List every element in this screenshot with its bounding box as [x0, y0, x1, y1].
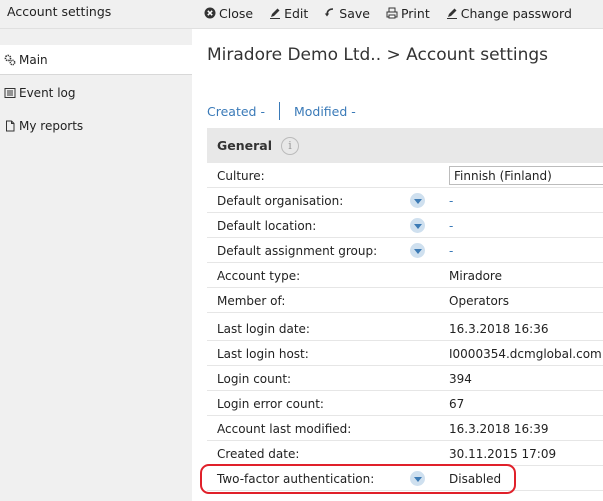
sidebar-item-event-log[interactable]: Event log: [0, 78, 192, 108]
general-section: General i Culture: Finnish (Finland) Def…: [207, 128, 603, 501]
chevron-down-icon[interactable]: [410, 193, 425, 208]
table-row: Default assignment group: -: [207, 238, 603, 263]
sidebar-item-label: Main: [19, 52, 48, 67]
field-value: Disabled: [449, 472, 502, 486]
table-row: Login error count: 67: [207, 391, 603, 416]
field-label: Login error count:: [217, 397, 324, 411]
table-row: Default organisation: -: [207, 188, 603, 213]
edit-button[interactable]: Edit: [269, 6, 308, 21]
app-title: Account settings: [7, 4, 112, 19]
change-password-button[interactable]: Change password: [446, 6, 572, 21]
field-value: Miradore: [449, 269, 502, 283]
field-label: Culture:: [217, 169, 265, 183]
document-icon: [4, 120, 16, 132]
sidebar-item-my-reports[interactable]: My reports: [0, 111, 192, 141]
chevron-down-icon[interactable]: [410, 243, 425, 258]
table-row: Last login date: 16.3.2018 16:36: [207, 316, 603, 341]
toolbar: Close Edit Save Print Change password: [204, 0, 588, 26]
table-row: Last login host: I0000354.dcmglobal.com: [207, 341, 603, 366]
field-value: -: [449, 194, 454, 208]
chevron-down-icon[interactable]: [410, 471, 425, 486]
table-row: Account last modified: 16.3.2018 16:39: [207, 416, 603, 441]
field-label: Last login date:: [217, 322, 310, 336]
field-label: Login count:: [217, 372, 292, 386]
print-icon: [386, 7, 398, 19]
sidebar: Main Event log My reports: [0, 29, 192, 501]
save-button[interactable]: Save: [324, 6, 370, 21]
field-value: I0000354.dcmglobal.com: [449, 347, 602, 361]
table-row: Culture: Finnish (Finland): [207, 163, 603, 188]
field-label: Default organisation:: [217, 194, 344, 208]
table-row: Account type: Miradore: [207, 263, 603, 288]
print-button[interactable]: Print: [386, 6, 430, 21]
save-label: Save: [339, 5, 370, 21]
field-value: 30.11.2015 17:09: [449, 447, 557, 461]
field-label: Default location:: [217, 219, 317, 233]
field-label: Two-factor authentication:: [217, 472, 375, 486]
field-value: -: [449, 244, 454, 258]
close-label: Close: [219, 5, 254, 21]
field-label: Member of:: [217, 294, 286, 308]
page-title: Miradore Demo Ltd.. > Account settings: [207, 45, 549, 65]
sidebar-item-label: My reports: [19, 119, 84, 133]
table-row: Member of: Operators: [207, 288, 603, 313]
table-row: Two-factor authentication: Disabled: [207, 466, 603, 491]
top-bar: Account settings Close Edit Save Print C…: [0, 0, 603, 29]
field-value: 16.3.2018 16:39: [449, 422, 549, 436]
chevron-down-icon[interactable]: [410, 218, 425, 233]
general-section-header: General i: [207, 128, 603, 163]
list-icon: [4, 87, 16, 99]
close-icon: [204, 7, 216, 19]
created-link[interactable]: Created -: [207, 104, 265, 119]
close-button[interactable]: Close: [204, 6, 253, 21]
table-row: Created date: 30.11.2015 17:09: [207, 441, 603, 466]
field-label: Default assignment group:: [217, 244, 378, 258]
field-label: Last login host:: [217, 347, 309, 361]
change-password-label: Change password: [460, 5, 572, 21]
field-value: 16.3.2018 16:36: [449, 322, 549, 336]
print-label: Print: [400, 5, 430, 21]
meta-separator: [278, 102, 280, 120]
table-row: Login count: 394: [207, 366, 603, 391]
gears-icon: [4, 54, 16, 66]
pencil-icon: [446, 7, 458, 19]
sidebar-item-main[interactable]: Main: [0, 45, 192, 75]
field-value: 394: [449, 372, 472, 386]
culture-select[interactable]: Finnish (Finland): [449, 166, 603, 185]
save-arrow-icon: [324, 7, 336, 19]
table-row: Default location: -: [207, 213, 603, 238]
meta-info: Created - Modified -: [207, 102, 356, 120]
field-label: Account type:: [217, 269, 301, 283]
edit-label: Edit: [284, 5, 309, 21]
field-label: Account last modified:: [217, 422, 352, 436]
field-label: Created date:: [217, 447, 300, 461]
field-value: -: [449, 219, 454, 233]
info-icon[interactable]: i: [281, 136, 299, 155]
field-value: Operators: [449, 294, 509, 308]
modified-link[interactable]: Modified -: [294, 104, 356, 119]
section-title: General: [217, 138, 272, 153]
pencil-icon: [269, 7, 281, 19]
field-value: 67: [449, 397, 465, 411]
sidebar-item-label: Event log: [19, 86, 76, 100]
